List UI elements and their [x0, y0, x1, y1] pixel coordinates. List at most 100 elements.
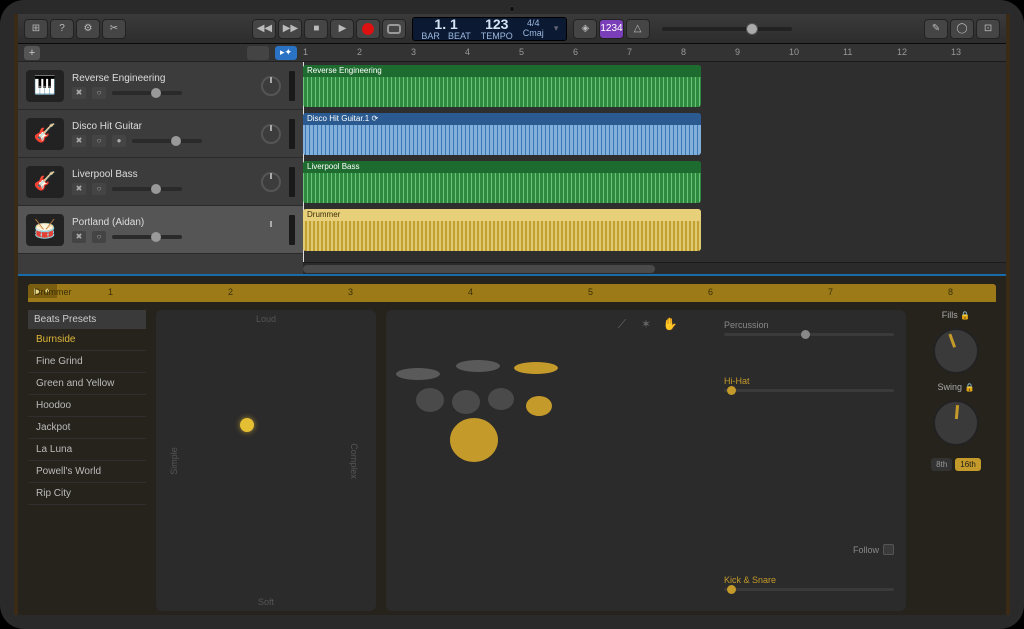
- cycle-icon: [387, 24, 401, 34]
- track-volume-slider[interactable]: [112, 235, 182, 239]
- input-button[interactable]: ●: [112, 135, 126, 147]
- preset-item[interactable]: Rip City: [28, 483, 146, 505]
- lcd-key: Cmaj: [523, 29, 544, 38]
- feel-16th-tab[interactable]: 16th: [955, 458, 981, 471]
- sticks-icon[interactable]: ⟋: [614, 316, 630, 332]
- xy-puck[interactable]: [240, 418, 254, 432]
- mute-button[interactable]: ✖: [72, 87, 86, 99]
- audio-region[interactable]: Drummer: [303, 209, 701, 251]
- forward-button[interactable]: ▶▶: [278, 19, 302, 39]
- track-name: Liverpool Bass: [72, 169, 253, 180]
- quick-help-button[interactable]: ?: [50, 19, 74, 39]
- pan-knob[interactable]: [261, 172, 281, 192]
- mute-button[interactable]: ✖: [72, 183, 86, 195]
- track-volume-slider[interactable]: [132, 139, 202, 143]
- automation-button[interactable]: [247, 46, 269, 60]
- catch-button[interactable]: ▸✦: [275, 46, 297, 60]
- cymbal-ride[interactable]: [456, 360, 500, 372]
- preset-item[interactable]: Powell's World: [28, 461, 146, 483]
- solo-button[interactable]: ○: [92, 231, 106, 243]
- fills-knob[interactable]: [933, 328, 979, 374]
- hihat-slider[interactable]: [724, 389, 894, 392]
- rewind-button[interactable]: ◀◀: [252, 19, 276, 39]
- cymbal-crash[interactable]: [396, 368, 440, 380]
- track-meter: [289, 167, 295, 197]
- pan-knob[interactable]: [261, 124, 281, 144]
- pan-knob[interactable]: [261, 220, 281, 240]
- master-volume-slider[interactable]: [662, 27, 792, 31]
- cycle-button[interactable]: [382, 19, 406, 39]
- editor-region-tab[interactable]: ▶ ✦ Drummer: [28, 284, 57, 298]
- track-volume-slider[interactable]: [112, 91, 182, 95]
- kick-drum[interactable]: [450, 418, 498, 462]
- editor-ruler[interactable]: ▶ ✦ Drummer 12345678: [28, 284, 996, 302]
- preset-item[interactable]: Burnside: [28, 329, 146, 351]
- swing-knob[interactable]: [933, 400, 979, 446]
- solo-button[interactable]: ○: [92, 135, 106, 147]
- preset-item[interactable]: La Luna: [28, 439, 146, 461]
- ruler-mark: 8: [681, 47, 686, 57]
- lcd-beat: . 1: [442, 16, 458, 32]
- audio-region[interactable]: Disco Hit Guitar.1 ⟳: [303, 113, 701, 155]
- scissors-button[interactable]: ✂: [102, 19, 126, 39]
- stop-button[interactable]: ■: [304, 19, 328, 39]
- waveform: [303, 77, 701, 107]
- track-header[interactable]: 🎹 Reverse Engineering ✖ ○: [18, 62, 303, 110]
- add-track-button[interactable]: +: [24, 46, 40, 60]
- cymbal-hihat[interactable]: [514, 362, 558, 374]
- tom-3[interactable]: [488, 388, 514, 410]
- xy-performance-pad[interactable]: Loud Soft Simple Complex: [156, 310, 376, 611]
- follow-toggle[interactable]: Follow: [853, 544, 894, 555]
- kick-snare-slider[interactable]: [724, 588, 894, 591]
- drummer-editor: ▶ ✦ Drummer 12345678 Beats Presets Burns…: [18, 276, 1006, 615]
- media-button[interactable]: ⊡: [976, 19, 1000, 39]
- horizontal-scrollbar[interactable]: [303, 262, 1006, 274]
- hihat-label: Hi-Hat: [724, 376, 894, 386]
- region-lanes[interactable]: Reverse Engineering Disco Hit Guitar.1 ⟳ L…: [303, 62, 1006, 262]
- mute-button[interactable]: ✖: [72, 135, 86, 147]
- swing-lock-icon[interactable]: 🔒: [965, 383, 975, 392]
- track-header[interactable]: 🥁 Portland (Aidan) ✖ ○: [18, 206, 303, 254]
- volume-thumb[interactable]: [746, 23, 758, 35]
- tuner-button[interactable]: ◈: [573, 19, 597, 39]
- metronome-button[interactable]: △: [626, 19, 650, 39]
- audio-region[interactable]: Liverpool Bass: [303, 161, 701, 203]
- region-name: Liverpool Bass: [303, 161, 701, 173]
- lcd-display[interactable]: 1. 1BARBEAT 123TEMPO 4/4Cmaj ▾: [412, 17, 567, 41]
- countin-button[interactable]: 1234: [599, 19, 623, 39]
- tom-2[interactable]: [452, 390, 480, 414]
- track-header[interactable]: 🎸 Liverpool Bass ✖ ○: [18, 158, 303, 206]
- audio-region[interactable]: Reverse Engineering: [303, 65, 701, 107]
- preset-item[interactable]: Green and Yellow: [28, 373, 146, 395]
- follow-checkbox[interactable]: [883, 544, 894, 555]
- brushes-icon[interactable]: ✶: [638, 316, 654, 332]
- smart-controls-button[interactable]: ⚙: [76, 19, 100, 39]
- fills-lock-icon[interactable]: 🔒: [960, 311, 970, 320]
- track-header[interactable]: 🎸 Disco Hit Guitar ✖ ○ ●: [18, 110, 303, 158]
- percussion-slider[interactable]: [724, 333, 894, 336]
- solo-button[interactable]: ○: [92, 87, 106, 99]
- tom-1[interactable]: [416, 388, 444, 412]
- track-meter: [289, 71, 295, 101]
- notepad-button[interactable]: ✎: [924, 19, 948, 39]
- timeline[interactable]: 12345678910111213 Reverse Engineering Dis…: [303, 44, 1006, 274]
- solo-button[interactable]: ○: [92, 183, 106, 195]
- xy-label-loud: Loud: [256, 314, 276, 324]
- hands-icon[interactable]: ✋: [662, 316, 678, 332]
- track-volume-slider[interactable]: [112, 187, 182, 191]
- record-button[interactable]: [356, 19, 380, 39]
- lcd-tempo: 123: [485, 17, 508, 31]
- feel-8th-tab[interactable]: 8th: [931, 458, 952, 471]
- snare-drum[interactable]: [526, 396, 552, 416]
- loops-button[interactable]: ◯: [950, 19, 974, 39]
- fills-label: Fills: [942, 310, 958, 320]
- library-button[interactable]: ⊞: [24, 19, 48, 39]
- preset-item[interactable]: Hoodoo: [28, 395, 146, 417]
- preset-item[interactable]: Jackpot: [28, 417, 146, 439]
- pan-knob[interactable]: [261, 76, 281, 96]
- mute-button[interactable]: ✖: [72, 231, 86, 243]
- editor-ruler-mark: 6: [708, 287, 713, 297]
- play-button[interactable]: ▶: [330, 19, 354, 39]
- bar-ruler[interactable]: 12345678910111213: [303, 44, 1006, 62]
- preset-item[interactable]: Fine Grind: [28, 351, 146, 373]
